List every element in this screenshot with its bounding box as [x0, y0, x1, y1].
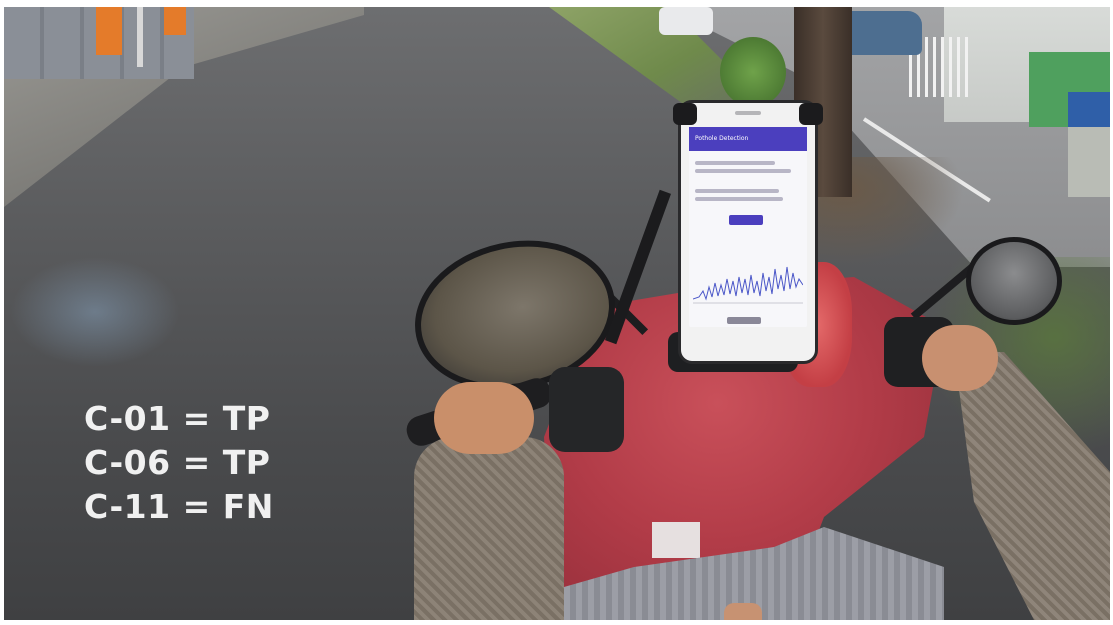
handlebar-switch — [549, 367, 624, 452]
video-frame: Pothole Detection C-01 = TP C-06 = TP C-… — [4, 7, 1110, 620]
orange-pillar — [164, 7, 186, 35]
parked-car — [842, 11, 922, 55]
app-button — [729, 215, 763, 225]
phone-clamp — [799, 103, 823, 125]
text-line — [695, 189, 779, 193]
detection-overlay: C-01 = TP C-06 = TP C-11 = FN — [84, 397, 274, 529]
rider-left-arm — [414, 437, 564, 620]
overlay-line: C-01 = TP — [84, 399, 271, 438]
shop-sign — [1068, 92, 1110, 130]
orange-pillar — [96, 7, 122, 55]
text-line — [695, 197, 783, 201]
overlay-line: C-06 = TP — [84, 443, 271, 482]
rider-left-hand — [434, 382, 534, 454]
phone-clamp — [673, 103, 697, 125]
overlay-line: C-11 = FN — [84, 487, 274, 526]
parked-car — [659, 7, 713, 35]
text-line — [695, 161, 775, 165]
rider-right-hand — [922, 325, 998, 391]
bush — [720, 37, 786, 107]
phone-screen: Pothole Detection — [689, 127, 807, 327]
app-bar: Pothole Detection — [689, 127, 807, 151]
phone-speaker — [735, 111, 761, 115]
text-line — [695, 169, 791, 173]
app-button — [727, 317, 761, 324]
right-mirror — [966, 237, 1062, 325]
wet-patch — [10, 257, 180, 367]
rider-foot — [724, 603, 762, 620]
sticker — [652, 522, 700, 558]
smartphone: Pothole Detection — [673, 100, 823, 364]
sensor-graph — [693, 266, 803, 304]
app-title: Pothole Detection — [695, 135, 749, 142]
street-cart — [1068, 127, 1110, 197]
street-pole — [137, 7, 143, 67]
